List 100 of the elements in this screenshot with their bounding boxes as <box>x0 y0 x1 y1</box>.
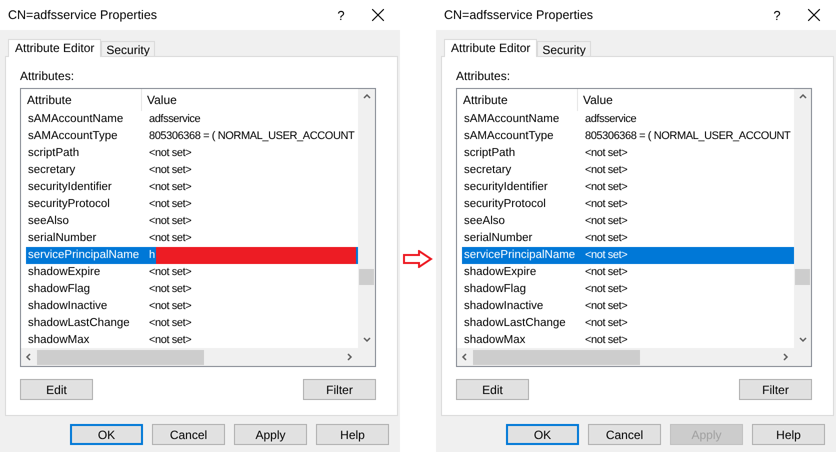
tab[interactable]: Security <box>537 41 591 56</box>
attribute-name: shadowFlag <box>27 282 92 297</box>
list-row[interactable]: seeAlso <not set> <box>26 213 358 230</box>
list-row[interactable]: shadowMax <not set> <box>26 332 358 348</box>
list-row[interactable]: shadowLastChange <not set> <box>462 315 794 332</box>
list-row[interactable]: securityProtocol <not set> <box>26 196 358 213</box>
attribute-value: 805306368 = ( NORMAL_USER_ACCOUNT <box>149 129 354 144</box>
tab[interactable]: Security <box>101 41 155 56</box>
attribute-value: <not set> <box>149 299 192 314</box>
attribute-name: serialNumber <box>27 231 98 246</box>
attribute-value: <not set> <box>149 180 192 195</box>
scroll-thumb[interactable] <box>473 350 640 364</box>
dialog-button[interactable]: OK <box>506 424 579 445</box>
vertical-scrollbar[interactable] <box>358 89 375 348</box>
list-row[interactable]: shadowFlag <not set> <box>26 281 358 298</box>
attribute-value: <not set> <box>149 333 192 348</box>
list-button[interactable]: Edit <box>456 379 529 400</box>
attribute-name: securityIdentifier <box>463 180 549 195</box>
attribute-name: shadowExpire <box>463 265 538 280</box>
list-button[interactable]: Filter <box>739 379 812 400</box>
list-row[interactable]: scriptPath <not set> <box>26 145 358 162</box>
window-title: CN=adfsservice Properties <box>8 8 158 22</box>
dialog-button[interactable]: OK <box>70 424 143 445</box>
attribute-value: <not set> <box>585 163 628 178</box>
attribute-value: <not set> <box>585 316 628 331</box>
attribute-value: <not set> <box>149 316 192 331</box>
attribute-value: <not set> <box>149 197 192 212</box>
scroll-thumb[interactable] <box>795 269 810 285</box>
arrow-icon <box>403 250 433 268</box>
attribute-value: <not set> <box>585 214 628 229</box>
list-row[interactable]: shadowLastChange <not set> <box>26 315 358 332</box>
attribute-name: shadowMax <box>463 333 526 348</box>
list-row[interactable]: sAMAccountType 805306368 = ( NORMAL_USER_ACCOUNT <box>26 128 358 145</box>
vertical-scrollbar[interactable] <box>794 89 811 348</box>
list-row[interactable]: serialNumber <not set> <box>462 230 794 247</box>
list-row[interactable]: shadowExpire <not set> <box>462 264 794 281</box>
list-row[interactable]: securityIdentifier <not set> <box>26 179 358 196</box>
close-icon[interactable] <box>372 9 384 21</box>
list-row[interactable]: shadowExpire <not set> <box>26 264 358 281</box>
attribute-value: <not set> <box>149 163 192 178</box>
attribute-name: shadowFlag <box>463 282 528 297</box>
list-row[interactable]: shadowMax <not set> <box>462 332 794 348</box>
dialog-button[interactable]: Cancel <box>588 424 661 445</box>
attribute-value: <not set> <box>585 180 628 195</box>
list-row[interactable]: shadowInactive <not set> <box>462 298 794 315</box>
list-row[interactable]: servicePrincipalName <not set> <box>462 247 794 264</box>
attribute-value: <not set> <box>149 146 192 161</box>
scroll-thumb[interactable] <box>359 269 374 285</box>
help-button[interactable]: ? <box>318 8 364 22</box>
attribute-name: sAMAccountType <box>463 129 554 144</box>
attribute-value: <not set> <box>585 231 628 246</box>
attribute-value: 805306368 = ( NORMAL_USER_ACCOUNT <box>585 129 790 144</box>
list-button[interactable]: Filter <box>303 379 376 400</box>
attribute-name: secretary <box>27 163 76 178</box>
list-row[interactable]: sAMAccountName adfsservice <box>26 111 358 128</box>
attribute-value: <not set> <box>585 265 628 280</box>
dialog-button[interactable]: Apply <box>234 424 307 445</box>
attribute-value: adfsservice <box>585 112 636 127</box>
list-row[interactable]: seeAlso <not set> <box>462 213 794 230</box>
window-title: CN=adfsservice Properties <box>444 8 594 22</box>
attributes-label: Attributes: <box>456 69 510 83</box>
attribute-name: securityIdentifier <box>27 180 113 195</box>
list-row[interactable]: servicePrincipalName h <box>26 247 358 264</box>
close-icon[interactable] <box>808 9 820 21</box>
list-row[interactable]: shadowInactive <not set> <box>26 298 358 315</box>
attribute-name: servicePrincipalName <box>27 248 140 263</box>
list-row[interactable]: serialNumber <not set> <box>26 230 358 247</box>
list-button[interactable]: Edit <box>20 379 93 400</box>
attribute-name: seeAlso <box>463 214 506 229</box>
attribute-value: <not set> <box>149 231 192 246</box>
list-row[interactable]: securityIdentifier <not set> <box>462 179 794 196</box>
dialog-button[interactable]: Help <box>752 424 825 445</box>
column-header[interactable]: Attribute <box>457 89 577 111</box>
column-header[interactable]: Attribute <box>21 89 141 111</box>
attribute-name: scriptPath <box>463 146 516 161</box>
tab[interactable]: Attribute Editor <box>444 39 538 57</box>
list-row[interactable]: securityProtocol <not set> <box>462 196 794 213</box>
dialog-button[interactable]: Help <box>316 424 389 445</box>
list-row[interactable]: sAMAccountType 805306368 = ( NORMAL_USER_ACCOUNT <box>462 128 794 145</box>
dialog-button[interactable]: Cancel <box>152 424 225 445</box>
attribute-name: securityProtocol <box>27 197 111 212</box>
attribute-name: seeAlso <box>27 214 70 229</box>
attribute-value: <not set> <box>149 265 192 280</box>
attribute-value: h <box>149 248 155 263</box>
horizontal-scrollbar[interactable] <box>457 348 794 366</box>
list-row[interactable]: secretary <not set> <box>462 162 794 179</box>
attribute-name: shadowInactive <box>463 299 544 314</box>
help-button[interactable]: ? <box>754 8 800 22</box>
horizontal-scrollbar[interactable] <box>21 348 358 366</box>
attribute-name: serialNumber <box>463 231 534 246</box>
list-row[interactable]: secretary <not set> <box>26 162 358 179</box>
list-row[interactable]: sAMAccountName adfsservice <box>462 111 794 128</box>
attribute-value: <not set> <box>585 299 628 314</box>
attributes-label: Attributes: <box>20 69 74 83</box>
list-row[interactable]: scriptPath <not set> <box>462 145 794 162</box>
attribute-name: securityProtocol <box>463 197 547 212</box>
tab[interactable]: Attribute Editor <box>8 39 102 57</box>
attribute-value: <not set> <box>585 333 628 348</box>
list-row[interactable]: shadowFlag <not set> <box>462 281 794 298</box>
scroll-thumb[interactable] <box>37 350 204 364</box>
